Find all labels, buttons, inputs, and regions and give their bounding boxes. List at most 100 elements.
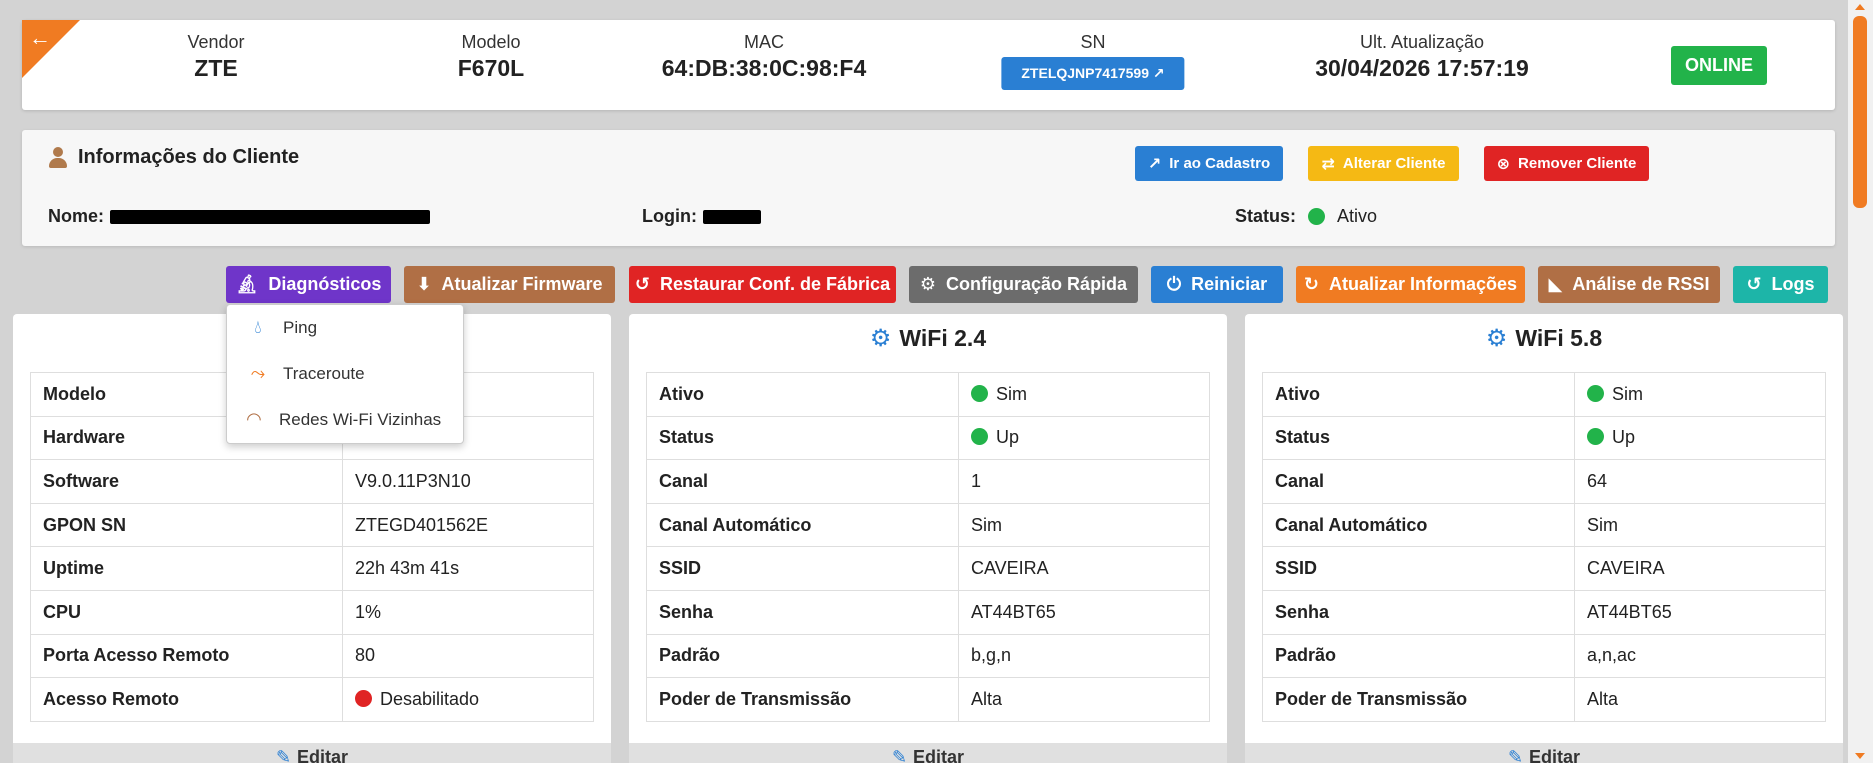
- remove-client-button[interactable]: ⊗ Remover Cliente: [1484, 146, 1649, 181]
- model-label: Modelo: [461, 32, 521, 52]
- mac-value: 64:DB:38:0C:98:F4: [661, 55, 867, 81]
- model-block: Modelo F670L: [458, 32, 524, 82]
- vendor-block: Vendor ZTE: [187, 32, 244, 82]
- status-dot-icon: [971, 384, 988, 402]
- refresh-icon: ↻: [1303, 274, 1320, 294]
- rssi-analysis-button[interactable]: ◣ Análise de RSSI: [1538, 266, 1720, 303]
- table-row: Software V9.0.11P3N10: [30, 459, 594, 504]
- reboot-button[interactable]: ⏻ Reiniciar: [1151, 266, 1283, 303]
- status-dot-icon: [1308, 208, 1326, 225]
- updated-value: 30/04/2026 17:57:19: [1315, 55, 1529, 81]
- wifi58-table: Ativo Sim Status Up Canal 64 Canal Automáti…: [1262, 372, 1826, 722]
- sn-label: SN: [1080, 32, 1106, 52]
- name-label: Nome:: [48, 206, 105, 226]
- device-summary-card: ← Vendor ZTE Modelo F670L MAC 64:DB:38:0…: [22, 20, 1835, 110]
- sn-value: ZTELQJNP7417599: [1021, 65, 1149, 81]
- table-row: Acesso Remoto Desabilitado: [30, 677, 594, 722]
- table-row: Canal Automático Sim: [1262, 502, 1826, 548]
- table-row: Ativo Sim: [646, 372, 1210, 417]
- status-label: Status:: [1235, 206, 1297, 226]
- status-dot-icon: [1587, 428, 1604, 446]
- status-dot-icon: [971, 428, 988, 446]
- wifi24-table: Ativo Sim Status Up Canal 1 Canal Automátic…: [646, 372, 1210, 722]
- client-name-field: Nome:: [48, 206, 431, 227]
- scroll-up-arrow-icon[interactable]: [1855, 4, 1865, 10]
- updated-block: Ult. Atualização 30/04/2026 17:57:19: [1315, 32, 1529, 82]
- wifi24-title: ⚙ WiFi 2.4: [869, 325, 987, 352]
- model-value: F670L: [457, 55, 525, 81]
- quick-config-button[interactable]: ⚙ Configuração Rápida: [909, 266, 1138, 303]
- wifi-icon: ◠: [246, 409, 262, 429]
- diagnostics-dropdown-menu: 💧︎ Ping ⤳ Traceroute ◠ Redes Wi-Fi Vizin…: [226, 304, 464, 444]
- wifi24-panel: ⚙ WiFi 2.4 Ativo Sim Status Up Canal 1 Cana…: [629, 314, 1227, 763]
- table-row: Poder de Transmissão Alta: [646, 677, 1210, 722]
- logs-button[interactable]: ↺ Logs: [1733, 266, 1828, 303]
- go-to-register-button[interactable]: ↗ Ir ao Cadastro: [1135, 146, 1283, 181]
- client-info-card: Informações do Cliente ↗ Ir ao Cadastro …: [22, 130, 1835, 246]
- disabled-dot-icon: [355, 689, 372, 707]
- table-row: Status Up: [1262, 415, 1826, 461]
- page-scrollbar[interactable]: [1848, 0, 1873, 763]
- refresh-info-button[interactable]: ↻ Atualizar Informações: [1296, 266, 1525, 303]
- download-icon: ⬇: [416, 274, 432, 294]
- edit-wifi58-button[interactable]: ✎ Editar: [1245, 743, 1843, 763]
- menu-item-ping[interactable]: 💧︎ Ping: [247, 317, 317, 338]
- table-row: Canal 1: [646, 459, 1210, 504]
- diagnostics-button[interactable]: 🔬︎ Diagnósticos: [226, 266, 391, 303]
- power-icon: ⏻: [1166, 274, 1182, 294]
- client-title-text: Informações do Cliente: [78, 146, 300, 168]
- status-dot-icon: [1587, 384, 1604, 402]
- table-row: Status Up: [646, 415, 1210, 461]
- edit-icon: ✎: [275, 747, 292, 763]
- redacted-login: [702, 209, 761, 224]
- rss-icon: ◣: [1548, 274, 1563, 294]
- redacted-name: [110, 209, 431, 224]
- microscope-icon: 🔬︎: [235, 274, 259, 294]
- menu-item-traceroute[interactable]: ⤳ Traceroute: [247, 363, 365, 384]
- scroll-down-arrow-icon[interactable]: [1855, 753, 1865, 759]
- gears-icon: ⚙: [1485, 325, 1508, 352]
- arrow-left-icon[interactable]: ←: [29, 27, 51, 49]
- update-firmware-button[interactable]: ⬇ Atualizar Firmware: [404, 266, 615, 303]
- table-row: Padrão b,g,n: [646, 633, 1210, 679]
- wifi58-panel: ⚙ WiFi 5.8 Ativo Sim Status Up Canal 64 Can…: [1245, 314, 1843, 763]
- external-link-icon: ↗: [1147, 155, 1162, 173]
- menu-item-wifi-neighbors[interactable]: ◠ Redes Wi-Fi Vizinhas: [243, 409, 441, 430]
- factory-reset-button[interactable]: ↺ Restaurar Conf. de Fábrica: [629, 266, 896, 303]
- table-row: Porta Acesso Remoto 80: [30, 633, 594, 679]
- wifi58-title: ⚙ WiFi 5.8: [1485, 325, 1603, 352]
- edit-wifi24-button[interactable]: ✎ Editar: [629, 743, 1227, 763]
- change-client-button[interactable]: ⇄ Alterar Cliente: [1308, 146, 1459, 181]
- table-row: Padrão a,n,ac: [1262, 633, 1826, 679]
- vendor-label: Vendor: [187, 32, 245, 52]
- edit-icon: ✎: [891, 747, 908, 763]
- table-row: GPON SN ZTEGD401562E: [30, 502, 594, 548]
- table-row: Canal 64: [1262, 459, 1826, 504]
- table-row: SSID CAVEIRA: [646, 546, 1210, 591]
- route-icon: ⤳: [250, 363, 266, 383]
- sn-block: SN ZTELQJNP7417599 ↗: [1001, 32, 1185, 90]
- droplet-icon: 💧︎: [254, 317, 262, 337]
- external-link-icon: ↗: [1152, 65, 1165, 81]
- table-row: Poder de Transmissão Alta: [1262, 677, 1826, 722]
- updated-label: Ult. Atualização: [1359, 32, 1485, 52]
- sn-link-button[interactable]: ZTELQJNP7417599 ↗: [1001, 57, 1185, 90]
- scroll-thumb[interactable]: [1853, 16, 1867, 208]
- vendor-value: ZTE: [194, 55, 238, 81]
- table-row: Uptime 22h 43m 41s: [30, 546, 594, 591]
- client-info-title: Informações do Cliente: [48, 146, 299, 169]
- login-label: Login:: [642, 206, 697, 226]
- history-icon: ↺: [1746, 274, 1762, 294]
- gears-icon: ⚙: [869, 325, 892, 352]
- client-status-value: Ativo: [1337, 206, 1378, 226]
- table-row: CPU 1%: [30, 589, 594, 635]
- table-row: SSID CAVEIRA: [1262, 546, 1826, 591]
- table-row: Senha AT44BT65: [646, 589, 1210, 635]
- edit-device-button[interactable]: ✎ Editar: [13, 743, 611, 763]
- mac-label: MAC: [743, 32, 784, 52]
- undo-icon: ↺: [634, 274, 651, 294]
- exchange-icon: ⇄: [1321, 155, 1335, 173]
- table-row: Senha AT44BT65: [1262, 589, 1826, 635]
- mac-block: MAC 64:DB:38:0C:98:F4: [662, 32, 867, 82]
- online-status-badge: ONLINE: [1671, 46, 1768, 85]
